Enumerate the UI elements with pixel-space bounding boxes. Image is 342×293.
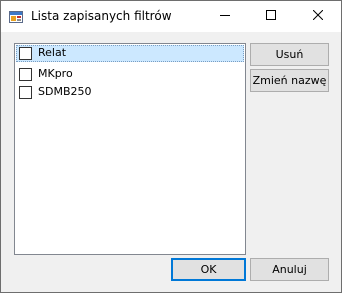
- dialog-app-icon: [9, 10, 23, 24]
- window-title: Lista zapisanych filtrów: [31, 9, 172, 23]
- minimize-icon: [220, 10, 230, 23]
- item-checkbox[interactable]: [19, 47, 32, 60]
- item-checkbox[interactable]: [19, 68, 32, 81]
- minimize-button[interactable]: [202, 1, 248, 32]
- saved-filters-list[interactable]: Relat MKpro SDMB250: [14, 43, 246, 255]
- delete-button[interactable]: Usuń: [250, 43, 329, 66]
- item-label: MKpro: [38, 67, 73, 80]
- ok-button[interactable]: OK: [171, 258, 246, 281]
- cancel-button[interactable]: Anuluj: [250, 258, 329, 281]
- close-button[interactable]: [295, 1, 341, 32]
- dialog-window: Lista zapisanych filtrów Relat MKpro SDM…: [0, 0, 342, 293]
- item-label: SDMB250: [38, 85, 92, 98]
- list-item[interactable]: MKpro: [16, 66, 244, 83]
- rename-button[interactable]: Zmień nazwę: [250, 69, 329, 92]
- maximize-icon: [266, 10, 276, 23]
- item-checkbox[interactable]: [19, 86, 32, 99]
- title-bar[interactable]: Lista zapisanych filtrów: [1, 1, 341, 32]
- list-item[interactable]: Relat: [16, 45, 244, 62]
- item-label: Relat: [38, 46, 67, 59]
- maximize-button[interactable]: [248, 1, 294, 32]
- list-item[interactable]: SDMB250: [16, 84, 244, 101]
- close-icon: [312, 9, 324, 23]
